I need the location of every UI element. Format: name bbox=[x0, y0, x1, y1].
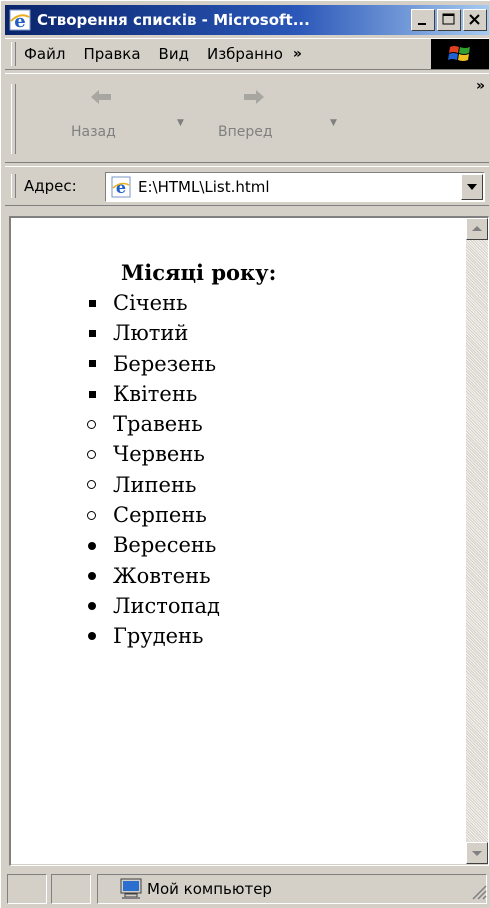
windows-logo bbox=[431, 39, 489, 69]
browser-window: e Створення списків - Microsoft... Файл … bbox=[0, 0, 490, 908]
menu-grip[interactable] bbox=[11, 42, 16, 66]
back-label: Назад bbox=[71, 124, 116, 140]
window-title: Створення списків - Microsoft... bbox=[37, 11, 310, 29]
address-value: E:\HTML\List.html bbox=[138, 178, 270, 196]
status-pane-2 bbox=[51, 874, 91, 904]
list-item: Квітень bbox=[83, 379, 220, 409]
scroll-up-button[interactable] bbox=[466, 218, 488, 240]
month-name: Березень bbox=[113, 351, 217, 376]
back-arrow-icon bbox=[89, 88, 113, 110]
list-item: Лютий bbox=[83, 318, 220, 348]
close-button[interactable] bbox=[463, 9, 487, 31]
months-list: Січень Лютий Березень Квітень Травень Червень… bbox=[83, 288, 220, 652]
menu-edit[interactable]: Правка bbox=[83, 45, 140, 63]
list-marker-disc bbox=[83, 632, 113, 641]
list-item: Січень bbox=[83, 288, 220, 318]
forward-label: Вперед bbox=[218, 124, 273, 140]
menu-bar: Файл Правка Вид Избранно » bbox=[5, 38, 489, 70]
status-bar: Мой компьютер bbox=[5, 872, 489, 907]
computer-icon bbox=[119, 878, 143, 904]
month-name: Листопад bbox=[113, 593, 220, 618]
list-item: Листопад bbox=[83, 591, 220, 621]
page-icon: e bbox=[110, 176, 132, 198]
toolbar-overflow-chevron[interactable]: » bbox=[476, 78, 485, 94]
list-marker-square bbox=[83, 390, 113, 398]
page-heading: Місяці року: bbox=[121, 260, 277, 285]
month-name: Лютий bbox=[113, 321, 189, 346]
menu-favorites[interactable]: Избранно bbox=[207, 45, 283, 63]
list-marker-square bbox=[83, 329, 113, 337]
chevron-down-icon bbox=[467, 184, 477, 190]
list-marker-square bbox=[83, 360, 113, 368]
status-pane-1 bbox=[7, 874, 47, 904]
list-item: Травень bbox=[83, 409, 220, 439]
list-marker-square bbox=[83, 299, 113, 307]
list-marker-circle bbox=[83, 419, 113, 429]
list-marker-circle bbox=[83, 510, 113, 520]
menu-file[interactable]: Файл bbox=[24, 45, 65, 63]
month-name: Жовтень bbox=[113, 563, 211, 588]
list-item: Грудень bbox=[83, 621, 220, 651]
list-item: Березень bbox=[83, 349, 220, 379]
minimize-button[interactable] bbox=[411, 9, 435, 31]
month-name: Січень bbox=[113, 291, 188, 315]
list-marker-disc bbox=[83, 541, 113, 550]
scroll-down-button[interactable] bbox=[466, 842, 488, 864]
list-marker-disc bbox=[83, 602, 113, 611]
address-label: Адрес: bbox=[24, 177, 77, 195]
forward-button[interactable]: Вперед ▼ bbox=[190, 74, 337, 160]
svg-text:e: e bbox=[116, 178, 126, 197]
resize-grip[interactable] bbox=[469, 882, 487, 904]
list-item: Червень bbox=[83, 439, 220, 469]
svg-text:e: e bbox=[14, 11, 25, 31]
list-marker-disc bbox=[83, 571, 113, 580]
list-item: Вересень bbox=[83, 530, 220, 560]
menu-view[interactable]: Вид bbox=[159, 45, 189, 63]
list-item: Серпень bbox=[83, 500, 220, 530]
list-item: Жовтень bbox=[83, 561, 220, 591]
month-name: Серпень bbox=[113, 503, 207, 528]
month-name: Грудень bbox=[113, 624, 204, 649]
month-name: Вересень bbox=[113, 533, 217, 558]
forward-dropdown-icon[interactable]: ▼ bbox=[330, 118, 337, 128]
vertical-scrollbar[interactable] bbox=[466, 218, 488, 864]
address-grip[interactable] bbox=[11, 174, 16, 198]
maximize-button[interactable] bbox=[437, 9, 461, 31]
back-dropdown-icon[interactable]: ▼ bbox=[177, 118, 184, 128]
address-dropdown-button[interactable] bbox=[461, 174, 483, 200]
list-marker-circle bbox=[83, 480, 113, 490]
address-input[interactable]: e E:\HTML\List.html bbox=[105, 172, 485, 202]
title-bar[interactable]: e Створення списків - Microsoft... bbox=[5, 5, 489, 35]
month-name: Травень bbox=[113, 412, 203, 437]
toolbar: Назад ▼ Вперед ▼ » bbox=[5, 73, 489, 163]
content-frame: Місяці року: Січень Лютий Березень Квітень Т… bbox=[9, 216, 489, 866]
address-bar: Адрес: e E:\HTML\List.html bbox=[5, 166, 489, 206]
arrow-up-icon bbox=[472, 226, 482, 231]
forward-arrow-icon bbox=[242, 88, 266, 110]
toolbar-grip[interactable] bbox=[11, 84, 16, 154]
month-name: Липень bbox=[113, 472, 197, 497]
back-button[interactable]: Назад ▼ bbox=[45, 74, 184, 160]
status-zone-text: Мой компьютер bbox=[147, 880, 272, 898]
month-name: Червень bbox=[113, 442, 205, 467]
arrow-down-icon bbox=[472, 851, 482, 856]
page-content: Місяці року: Січень Лютий Березень Квітень Т… bbox=[11, 218, 467, 864]
list-marker-circle bbox=[83, 450, 113, 460]
month-name: Квітень bbox=[113, 381, 198, 406]
ie-logo-icon: e bbox=[9, 9, 31, 32]
menu-overflow-chevron[interactable]: » bbox=[293, 46, 302, 62]
list-item: Липень bbox=[83, 470, 220, 500]
